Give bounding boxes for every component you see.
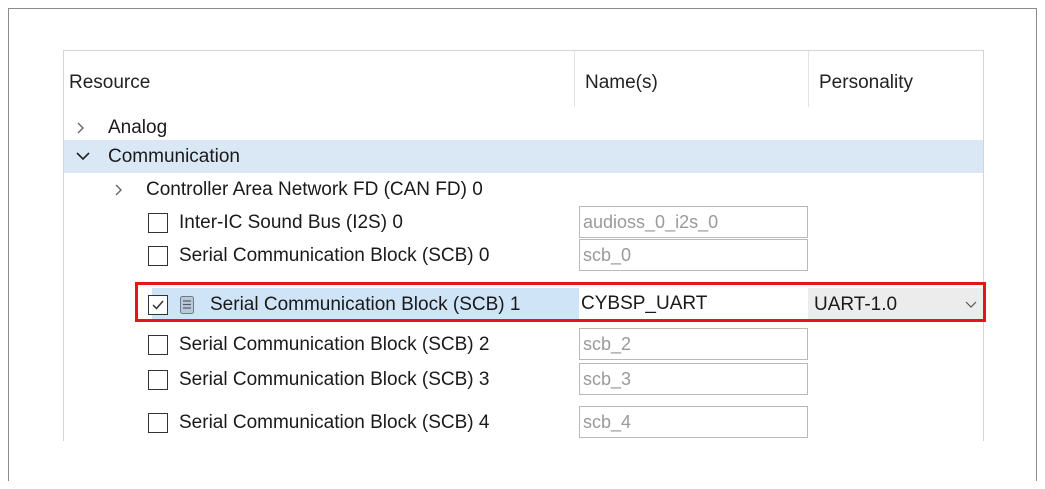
column-separator[interactable] (574, 51, 575, 107)
resource-checkbox[interactable] (148, 413, 168, 433)
column-separator[interactable] (808, 51, 809, 107)
column-header-personality[interactable]: Personality (819, 51, 913, 111)
column-header-names[interactable]: Name(s) (585, 51, 658, 111)
tree-row-label: Serial Communication Block (SCB) 2 (179, 334, 490, 355)
resource-name-field[interactable]: scb_0 (579, 239, 808, 271)
tree-row-i2s-0[interactable]: Inter-IC Sound Bus (I2S) 0 audioss_0_i2s… (64, 206, 983, 239)
tree-row-scb-3[interactable]: Serial Communication Block (SCB) 3 scb_3 (64, 363, 983, 396)
column-header-resource[interactable]: Resource (69, 51, 150, 111)
resource-name-field[interactable]: scb_4 (579, 406, 808, 438)
tree-row-scb-4[interactable]: Serial Communication Block (SCB) 4 scb_4 (64, 406, 983, 439)
tree-row-label: Inter-IC Sound Bus (I2S) 0 (179, 212, 403, 233)
tree-header: Resource Name(s) Personality (64, 51, 983, 111)
resource-checkbox[interactable] (148, 246, 168, 266)
resource-checkbox[interactable] (148, 213, 168, 233)
tree-row-label: Serial Communication Block (SCB) 4 (179, 412, 490, 433)
tree-row-label: Serial Communication Block (SCB) 3 (179, 369, 490, 390)
chevron-right-icon[interactable] (112, 173, 128, 206)
resource-checkbox[interactable] (148, 335, 168, 355)
resource-name-field[interactable]: scb_3 (579, 363, 808, 395)
resource-checkbox[interactable] (148, 370, 168, 390)
tree-row-label: Communication (108, 146, 240, 167)
tree-row-label: Serial Communication Block (SCB) 0 (179, 245, 490, 266)
resource-name-field[interactable]: scb_2 (579, 328, 808, 360)
tree-row-scb-2[interactable]: Serial Communication Block (SCB) 2 scb_2 (64, 328, 983, 361)
chevron-down-icon[interactable] (74, 140, 90, 173)
resource-name-field[interactable]: audioss_0_i2s_0 (579, 206, 808, 238)
tree-row-label: Controller Area Network FD (CAN FD) 0 (146, 179, 483, 200)
resource-tree: Resource Name(s) Personality Analog Comm… (63, 50, 984, 441)
annotation-highlight-box (135, 282, 986, 322)
tree-row-communication[interactable]: Communication (64, 140, 983, 173)
tree-row-scb-0[interactable]: Serial Communication Block (SCB) 0 scb_0 (64, 239, 983, 272)
tree-row-can-fd[interactable]: Controller Area Network FD (CAN FD) 0 (64, 173, 983, 206)
